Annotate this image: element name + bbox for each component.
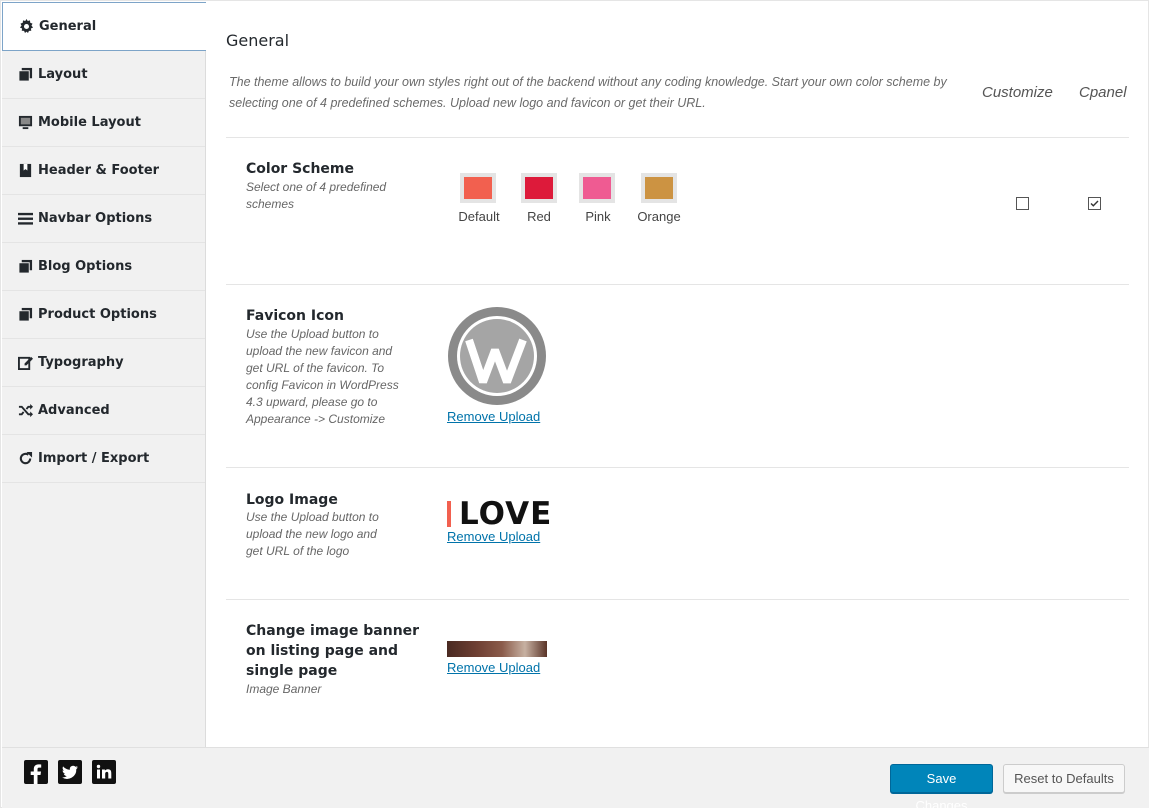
logo-desc: Use the Upload button to upload the new … bbox=[246, 510, 379, 558]
theme-options-panel: General Layout Mobile Layout Header & Fo… bbox=[0, 0, 1149, 808]
sidebar-item-product-options[interactable]: Product Options bbox=[2, 291, 205, 339]
gear-icon bbox=[18, 19, 34, 35]
divider bbox=[226, 599, 1129, 600]
refresh-icon bbox=[17, 451, 33, 467]
divider bbox=[226, 467, 1129, 468]
page-title: General bbox=[226, 31, 290, 50]
banner-image bbox=[447, 641, 547, 657]
logo-image: LOVE bbox=[447, 498, 552, 530]
facebook-icon[interactable] bbox=[24, 760, 48, 784]
linkedin-icon[interactable] bbox=[92, 760, 116, 784]
swatch-color bbox=[645, 177, 673, 199]
bars-icon bbox=[17, 211, 33, 227]
sidebar-item-typography[interactable]: Typography bbox=[2, 339, 205, 387]
intro-text: The theme allows to build your own style… bbox=[229, 75, 947, 110]
edit-icon bbox=[17, 355, 33, 371]
logo-remove-upload-link[interactable]: Remove Upload bbox=[447, 529, 540, 544]
sidebar-item-import-export[interactable]: Import / Export bbox=[2, 435, 205, 483]
banner-title: Change image banner on listing page and … bbox=[246, 623, 420, 679]
sidebar-item-blog-options[interactable]: Blog Options bbox=[2, 243, 205, 291]
divider bbox=[226, 137, 1129, 138]
wordpress-logo-icon bbox=[447, 306, 547, 406]
swatch-default[interactable] bbox=[460, 173, 496, 203]
divider bbox=[226, 284, 1129, 285]
sidebar-item-label: Product Options bbox=[38, 307, 157, 322]
swatch-orange[interactable] bbox=[641, 173, 677, 203]
sidebar-item-label: Typography bbox=[38, 355, 124, 370]
color-scheme-desc: Select one of 4 predefined schemes bbox=[246, 180, 387, 211]
logo-accent-bar bbox=[447, 501, 451, 527]
logo-text: LOVE bbox=[459, 496, 553, 532]
sidebar-item-label: Layout bbox=[38, 67, 88, 82]
column-header-cpanel: Cpanel bbox=[1079, 84, 1127, 101]
reset-to-defaults-button[interactable]: Reset to Defaults bbox=[1003, 764, 1125, 793]
swatch-color bbox=[525, 177, 553, 199]
column-header-customize: Customize bbox=[982, 84, 1053, 101]
swatch-color bbox=[583, 177, 611, 199]
color-scheme-title: Color Scheme bbox=[246, 161, 355, 177]
sidebar-item-label: General bbox=[39, 19, 97, 34]
sidebar-item-label: Header & Footer bbox=[38, 163, 160, 178]
cpanel-checkbox[interactable] bbox=[1088, 197, 1101, 210]
favicon-remove-upload-link[interactable]: Remove Upload bbox=[447, 409, 540, 424]
favicon-title: Favicon Icon bbox=[246, 308, 344, 324]
sidebar-item-label: Navbar Options bbox=[38, 211, 153, 226]
banner-remove-upload-link[interactable]: Remove Upload bbox=[447, 660, 540, 675]
footer: Save Changes Reset to Defaults bbox=[2, 747, 1149, 808]
sidebar-item-label: Blog Options bbox=[38, 259, 133, 274]
swatch-red[interactable] bbox=[521, 173, 557, 203]
save-changes-button[interactable]: Save Changes bbox=[890, 764, 993, 808]
swatch-label-orange: Orange bbox=[637, 209, 681, 224]
sidebar-item-label: Import / Export bbox=[38, 451, 150, 466]
banner-desc: Image Banner bbox=[246, 682, 322, 696]
copy-icon bbox=[17, 259, 33, 275]
sidebar-item-navbar-options[interactable]: Navbar Options bbox=[2, 195, 205, 243]
desktop-icon bbox=[17, 115, 33, 131]
copy-icon bbox=[17, 67, 33, 83]
swatch-label-pink: Pink bbox=[585, 209, 611, 224]
book-icon bbox=[17, 163, 33, 179]
favicon-desc: Use the Upload button to upload the new … bbox=[246, 327, 399, 426]
twitter-icon[interactable] bbox=[58, 760, 82, 784]
sidebar-item-mobile-layout[interactable]: Mobile Layout bbox=[2, 99, 205, 147]
copy-icon bbox=[17, 307, 33, 323]
sidebar-item-label: Advanced bbox=[38, 403, 110, 418]
checkmark-icon bbox=[1090, 200, 1099, 207]
sidebar: General Layout Mobile Layout Header & Fo… bbox=[2, 2, 206, 747]
main-panel: General The theme allows to build your o… bbox=[207, 2, 1148, 747]
swatch-color bbox=[464, 177, 492, 199]
sidebar-item-general[interactable]: General bbox=[2, 2, 206, 51]
logo-title: Logo Image bbox=[246, 492, 338, 508]
swatch-pink[interactable] bbox=[579, 173, 615, 203]
sidebar-item-header-footer[interactable]: Header & Footer bbox=[2, 147, 205, 195]
random-icon bbox=[17, 403, 33, 419]
sidebar-item-advanced[interactable]: Advanced bbox=[2, 387, 205, 435]
sidebar-item-label: Mobile Layout bbox=[38, 115, 141, 130]
sidebar-item-layout[interactable]: Layout bbox=[2, 51, 205, 99]
customize-checkbox[interactable] bbox=[1016, 197, 1029, 210]
